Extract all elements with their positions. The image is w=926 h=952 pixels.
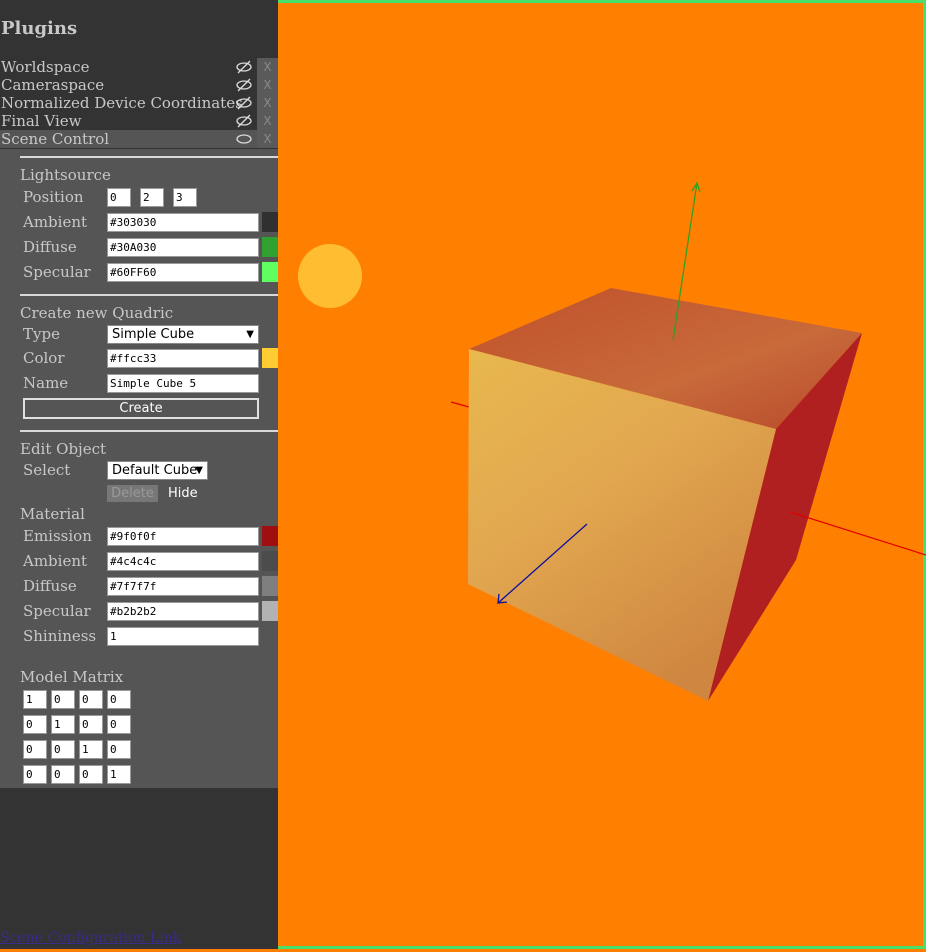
close-plugin-button[interactable]: X <box>257 94 278 112</box>
matrix-cell[interactable]: 1 <box>79 740 103 759</box>
close-plugin-button[interactable]: X <box>257 76 278 94</box>
material-ambient-label: Ambient <box>23 552 88 570</box>
edit-object-title: Edit Object <box>20 440 107 458</box>
matrix-cell[interactable]: 0 <box>23 740 47 759</box>
light-specular-input[interactable]: #60FF60 <box>107 263 259 282</box>
shininess-label: Shininess <box>23 627 97 645</box>
plugin-row-final-view[interactable]: Final View X <box>0 112 278 130</box>
divider <box>20 294 278 296</box>
matrix-cell[interactable]: 0 <box>51 740 75 759</box>
create-button[interactable]: Create <box>23 398 259 419</box>
shininess-input[interactable]: 1 <box>107 627 259 646</box>
plugins-title: Plugins <box>1 18 78 39</box>
type-label: Type <box>23 325 60 343</box>
plugin-label: Normalized Device Coordinates <box>1 94 243 112</box>
light-diffuse-label: Diffuse <box>23 238 77 256</box>
lightsource-title: Lightsource <box>20 166 111 184</box>
light-diffuse-swatch[interactable] <box>262 237 278 257</box>
divider <box>20 430 278 432</box>
quadric-type-value: Simple Cube <box>112 327 195 342</box>
eye-hidden-icon[interactable] <box>235 60 253 74</box>
material-specular-label: Specular <box>23 602 91 620</box>
matrix-cell[interactable]: 0 <box>23 715 47 734</box>
plugin-label: Scene Control <box>1 130 110 148</box>
close-plugin-button[interactable]: X <box>257 112 278 130</box>
matrix-cell[interactable]: 0 <box>79 715 103 734</box>
emission-label: Emission <box>23 527 92 545</box>
matrix-cell[interactable]: 0 <box>107 740 131 759</box>
matrix-cell[interactable]: 0 <box>23 765 47 784</box>
hide-button[interactable]: Hide <box>168 485 198 502</box>
light-position-z-input[interactable]: 3 <box>173 188 197 207</box>
dropdown-arrow-icon: ▼ <box>246 329 254 340</box>
matrix-cell[interactable]: 0 <box>79 690 103 709</box>
plugin-row-ndc[interactable]: Normalized Device Coordinates X <box>0 94 278 112</box>
eye-hidden-icon[interactable] <box>235 114 253 128</box>
x-axis-left <box>450 401 470 408</box>
light-position-y-input[interactable]: 2 <box>140 188 164 207</box>
plugin-label: Worldspace <box>1 58 90 76</box>
quadric-color-swatch[interactable] <box>262 348 278 368</box>
matrix-cell[interactable]: 0 <box>79 765 103 784</box>
plugin-row-worldspace[interactable]: Worldspace X <box>0 58 278 76</box>
divider <box>20 156 278 158</box>
quadric-name-input[interactable]: Simple Cube 5 <box>107 374 259 393</box>
x-axis-right <box>789 511 926 556</box>
create-quadric-title: Create new Quadric <box>20 304 174 322</box>
light-specular-swatch[interactable] <box>262 262 278 282</box>
light-source-marker <box>298 244 362 308</box>
close-plugin-button[interactable]: X <box>257 130 278 148</box>
emission-input[interactable]: #9f0f0f <box>107 527 259 546</box>
matrix-cell[interactable]: 1 <box>107 765 131 784</box>
plugin-label: Cameraspace <box>1 76 105 94</box>
material-specular-swatch[interactable] <box>262 601 278 621</box>
matrix-cell[interactable]: 0 <box>107 690 131 709</box>
scene-canvas[interactable] <box>278 3 926 952</box>
plugin-row-scene-control[interactable]: Scene Control X <box>0 130 278 148</box>
sidebar: Plugins Worldspace X Cameraspace X Norma… <box>0 0 278 949</box>
material-diffuse-swatch[interactable] <box>262 576 278 596</box>
name-label: Name <box>23 374 69 392</box>
matrix-cell[interactable]: 0 <box>51 765 75 784</box>
light-ambient-label: Ambient <box>23 213 88 231</box>
material-diffuse-input[interactable]: #7f7f7f <box>107 577 259 596</box>
light-specular-label: Specular <box>23 263 91 281</box>
light-ambient-input[interactable]: #303030 <box>107 213 259 232</box>
light-ambient-swatch[interactable] <box>262 212 278 232</box>
matrix-cell[interactable]: 1 <box>23 690 47 709</box>
plugin-row-cameraspace[interactable]: Cameraspace X <box>0 76 278 94</box>
plugin-label: Final View <box>1 112 82 130</box>
position-label: Position <box>23 188 84 206</box>
3d-viewport[interactable] <box>278 0 926 949</box>
light-position-x-input[interactable]: 0 <box>107 188 131 207</box>
emission-swatch[interactable] <box>262 526 278 546</box>
matrix-cell[interactable]: 0 <box>107 715 131 734</box>
eye-visible-icon[interactable] <box>235 132 253 146</box>
material-title: Material <box>20 505 85 523</box>
object-select[interactable]: Default Cube ▼ <box>107 461 208 480</box>
matrix-cell[interactable]: 1 <box>51 715 75 734</box>
material-ambient-swatch[interactable] <box>262 551 278 571</box>
delete-button[interactable]: Delete <box>107 485 158 502</box>
eye-hidden-icon[interactable] <box>235 96 253 110</box>
dropdown-arrow-icon: ▼ <box>195 465 203 476</box>
light-diffuse-input[interactable]: #30A030 <box>107 238 259 257</box>
scene-configuration-link[interactable]: Scene Configuration Link <box>0 930 181 946</box>
material-diffuse-label: Diffuse <box>23 577 77 595</box>
quadric-type-select[interactable]: Simple Cube ▼ <box>107 325 259 344</box>
material-specular-input[interactable]: #b2b2b2 <box>107 602 259 621</box>
object-select-value: Default Cube <box>112 463 198 478</box>
color-label: Color <box>23 349 65 367</box>
select-label: Select <box>23 461 71 479</box>
material-ambient-input[interactable]: #4c4c4c <box>107 552 259 571</box>
model-matrix-title: Model Matrix <box>20 668 124 686</box>
eye-hidden-icon[interactable] <box>235 78 253 92</box>
matrix-cell[interactable]: 0 <box>51 690 75 709</box>
close-plugin-button[interactable]: X <box>257 58 278 76</box>
quadric-color-input[interactable]: #ffcc33 <box>107 349 259 368</box>
